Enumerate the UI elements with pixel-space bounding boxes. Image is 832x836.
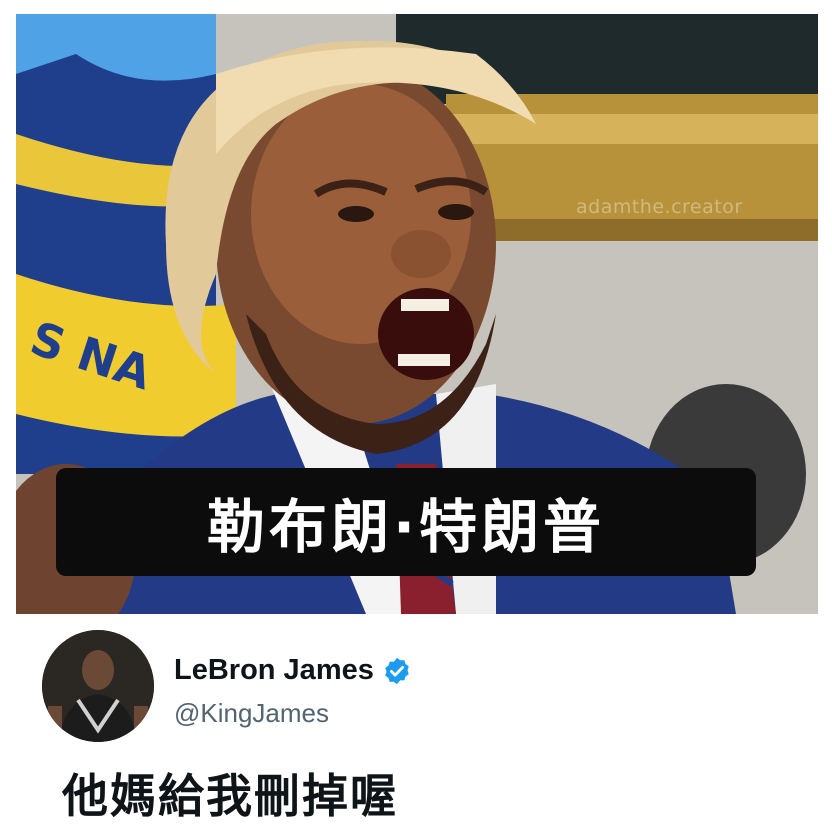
display-name[interactable]: LeBron James (174, 654, 374, 687)
verified-badge-icon (382, 656, 412, 686)
name-row: LeBron James (174, 654, 412, 687)
avatar[interactable] (42, 630, 154, 742)
tweet-card: LeBron James @KingJames 他媽給我刪掉喔 (0, 614, 832, 836)
watermark-text: adamthe.creator (576, 196, 743, 218)
caption-text: 勒布朗·特朗普 (206, 493, 606, 561)
avatar-image (42, 630, 154, 742)
caption-bar: 勒布朗·特朗普 (56, 468, 756, 576)
user-handle[interactable]: @KingJames (174, 698, 329, 729)
tweet-text: 他媽給我刪掉喔 (62, 769, 398, 823)
